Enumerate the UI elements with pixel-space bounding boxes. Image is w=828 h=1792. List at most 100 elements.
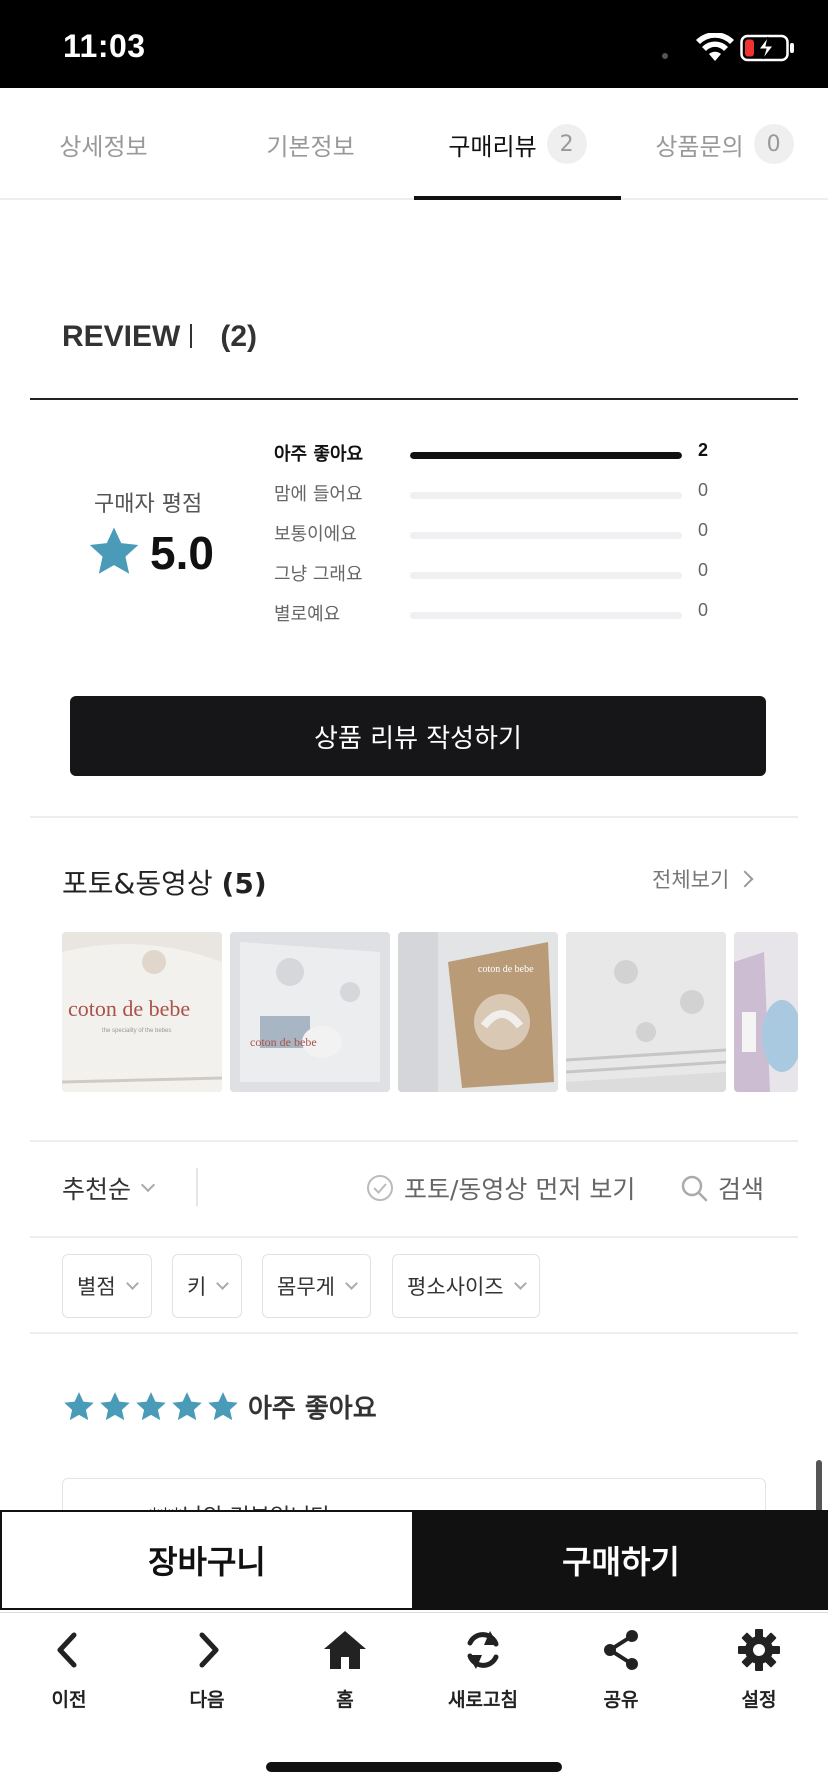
star-icon bbox=[100, 1391, 130, 1420]
nav-settings-label: 설정 bbox=[741, 1689, 777, 1711]
nav-home-label: 홈 bbox=[336, 1689, 354, 1711]
photo-image bbox=[566, 932, 726, 1092]
view-all-label: 전체보기 bbox=[652, 868, 730, 892]
review-title-text: REVIEW bbox=[62, 320, 181, 353]
tab-reviews[interactable]: 구매리뷰 2 bbox=[414, 88, 621, 200]
nav-settings-button[interactable]: 설정 bbox=[690, 1627, 828, 1727]
chevron-right-icon bbox=[736, 870, 754, 888]
distribution-label: 보통이에요 bbox=[274, 524, 357, 545]
chevron-down-icon bbox=[125, 1276, 139, 1290]
nav-back-label: 이전 bbox=[51, 1689, 87, 1711]
star-icon bbox=[89, 527, 139, 574]
rating-distribution-row: 보통이에요 0 bbox=[274, 520, 734, 550]
section-divider bbox=[30, 1140, 798, 1142]
battery-icon bbox=[740, 34, 794, 62]
distribution-label: 별로예요 bbox=[274, 604, 341, 625]
review-photo-thumbnail[interactable]: coton de bebe bbox=[230, 932, 390, 1092]
view-all-link[interactable]: 전체보기 bbox=[652, 864, 754, 894]
nav-home-button[interactable]: 홈 bbox=[276, 1627, 414, 1727]
search-label: 검색 bbox=[718, 1175, 765, 1204]
sort-dropdown[interactable]: 추천순 bbox=[62, 1170, 156, 1206]
star-icon bbox=[136, 1391, 166, 1420]
review-photo-thumbnail[interactable] bbox=[566, 932, 726, 1092]
distribution-count: 0 bbox=[698, 520, 709, 540]
section-divider bbox=[30, 816, 798, 818]
photo-image: coton de bebe bbox=[230, 932, 390, 1092]
distribution-bar bbox=[410, 612, 682, 619]
search-icon bbox=[681, 1175, 708, 1202]
status-time: 11:03 bbox=[63, 28, 146, 64]
nav-back-button[interactable]: 이전 bbox=[0, 1627, 138, 1727]
wifi-icon bbox=[696, 33, 734, 61]
review-count: (2) bbox=[220, 320, 258, 353]
product-tabs: 상세정보 기본정보 구매리뷰 2 상품문의 0 bbox=[0, 88, 828, 200]
chip-label: 몸무게 bbox=[277, 1275, 335, 1299]
check-circle-icon bbox=[367, 1175, 393, 1201]
rating-label: 구매자 평점 bbox=[94, 492, 203, 517]
scrollbar[interactable] bbox=[816, 1460, 822, 1514]
nav-refresh-button[interactable]: 새로고침 bbox=[414, 1627, 552, 1727]
photo-image: coton de bebe the speciality of the bebe… bbox=[62, 932, 222, 1092]
gear-icon bbox=[738, 1629, 780, 1671]
chevron-down-icon bbox=[345, 1276, 358, 1290]
nav-forward-button[interactable]: 다음 bbox=[138, 1627, 276, 1727]
buy-now-button[interactable]: 구매하기 bbox=[414, 1510, 828, 1610]
review-photo-thumbnail[interactable]: coton de bebe bbox=[398, 932, 558, 1092]
nav-forward-label: 다음 bbox=[189, 1689, 225, 1711]
refresh-icon bbox=[467, 1631, 499, 1669]
rating-value: 5.0 bbox=[150, 527, 214, 579]
distribution-count: 0 bbox=[698, 560, 709, 580]
chevron-right-icon bbox=[199, 1632, 219, 1668]
distribution-label: 맘에 들어요 bbox=[274, 484, 363, 505]
home-indicator bbox=[266, 1762, 562, 1772]
distribution-count: 2 bbox=[698, 440, 709, 460]
status-dot bbox=[662, 53, 668, 59]
distribution-bar bbox=[410, 532, 682, 539]
distribution-bar bbox=[410, 452, 682, 459]
chevron-down-icon bbox=[216, 1276, 230, 1290]
tab-detail[interactable]: 상세정보 bbox=[0, 88, 207, 200]
review-search-button[interactable]: 검색 bbox=[680, 1170, 764, 1206]
filter-chip-rating[interactable]: 별점 bbox=[62, 1254, 152, 1318]
photos-title: 포토&동영상 (5) bbox=[62, 862, 267, 902]
filter-chip-height[interactable]: 키 bbox=[172, 1254, 243, 1318]
star-icon bbox=[208, 1391, 238, 1420]
rating-distribution-row: 맘에 들어요 0 bbox=[274, 480, 734, 510]
chevron-down-icon bbox=[513, 1276, 527, 1290]
distribution-bar bbox=[410, 492, 682, 499]
photo-brand-subtext: the speciality of the bebes bbox=[102, 1028, 171, 1034]
chip-label: 키 bbox=[187, 1275, 207, 1299]
photo-brand-text: coton de bebe bbox=[68, 996, 190, 1021]
write-review-button[interactable]: 상품 리뷰 작성하기 bbox=[70, 696, 766, 776]
tab-qna[interactable]: 상품문의 0 bbox=[621, 88, 828, 200]
nav-refresh-label: 새로고침 bbox=[448, 1689, 518, 1711]
add-to-cart-button[interactable]: 장바구니 bbox=[0, 1510, 414, 1610]
photo-image bbox=[734, 932, 798, 1092]
photos-count: (5) bbox=[221, 867, 267, 900]
review-photo-thumbnail[interactable]: coton de bebe the speciality of the bebe… bbox=[62, 932, 222, 1092]
tab-qna-count: 0 bbox=[753, 124, 794, 164]
filter-chip-size[interactable]: 평소사이즈 bbox=[392, 1254, 540, 1318]
home-icon bbox=[324, 1631, 366, 1669]
nav-share-label: 공유 bbox=[603, 1689, 639, 1711]
rating-distribution-row: 별로예요 0 bbox=[274, 600, 734, 630]
distribution-bar bbox=[410, 572, 682, 579]
chip-label: 평소사이즈 bbox=[407, 1275, 504, 1299]
review-section-title: REVIEW (2) bbox=[62, 320, 257, 354]
distribution-count: 0 bbox=[698, 600, 709, 620]
nav-share-button[interactable]: 공유 bbox=[552, 1627, 690, 1727]
photo-image: coton de bebe bbox=[398, 932, 558, 1092]
photo-first-toggle[interactable]: 포토/동영상 먼저 보기 bbox=[366, 1170, 635, 1206]
photo-brand-text: coton de bebe bbox=[250, 1035, 317, 1049]
chip-label: 별점 bbox=[77, 1275, 116, 1299]
review-photo-thumbnail[interactable] bbox=[734, 932, 798, 1092]
tab-detail-label: 상세정보 bbox=[59, 132, 148, 161]
section-divider bbox=[30, 1236, 798, 1238]
rating-distribution-row: 그냥 그래요 0 bbox=[274, 560, 734, 590]
tab-basic-info[interactable]: 기본정보 bbox=[207, 88, 414, 200]
tab-basic-info-label: 기본정보 bbox=[266, 132, 355, 161]
rating-distribution-row: 아주 좋아요 2 bbox=[274, 440, 734, 470]
review-divider bbox=[30, 398, 798, 400]
filter-chip-weight[interactable]: 몸무게 bbox=[262, 1254, 371, 1318]
tab-reviews-count: 2 bbox=[546, 124, 587, 164]
